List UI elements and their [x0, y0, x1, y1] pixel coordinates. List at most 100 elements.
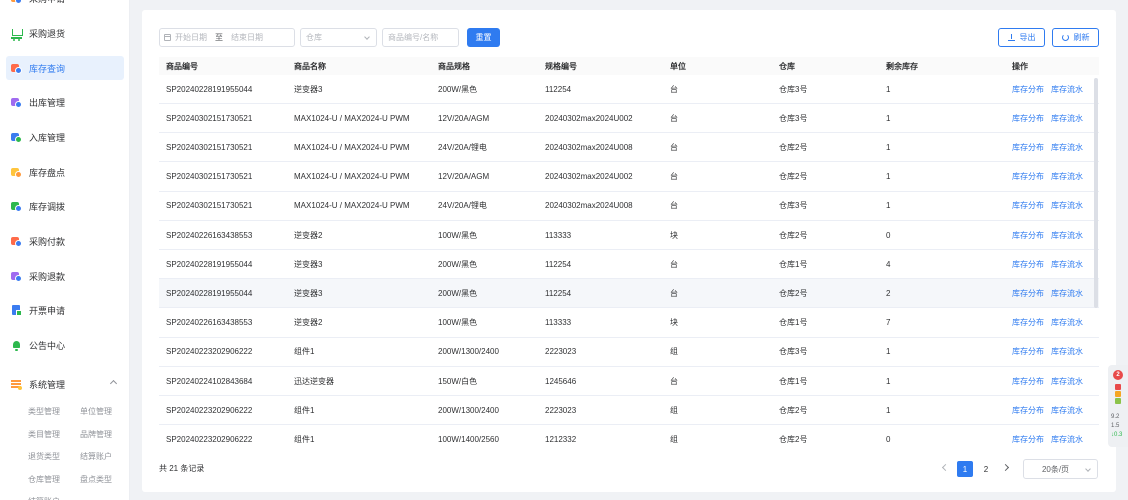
- stock-distribution-link[interactable]: 库存分布: [1012, 259, 1044, 270]
- cell-product-spec: 24V/20A/锂电: [438, 142, 487, 152]
- submenu-item[interactable]: 品牌管理: [80, 429, 112, 440]
- row-actions: 库存分布 库存流水: [1012, 309, 1090, 337]
- table-row[interactable]: SP20240228191955044 逆变器3 200W/黑色 112254 台 仓库1…: [159, 250, 1099, 280]
- cell-remaining-stock: 2: [886, 288, 891, 298]
- submenu-item[interactable]: 盘点类型: [80, 474, 112, 485]
- sidebar: 采购申请采购退货库存查询出库管理入库管理库存盘点库存调拨采购付款采购退款开票申请…: [0, 0, 130, 500]
- page-2-button[interactable]: 2: [978, 461, 994, 477]
- stock-distribution-link[interactable]: 库存分布: [1012, 288, 1044, 299]
- sidebar-item-outbound-management[interactable]: 出库管理: [6, 90, 124, 114]
- keyword-search-input[interactable]: [382, 28, 459, 47]
- sidebar-item-inventory-query[interactable]: 库存查询: [6, 56, 124, 80]
- sidebar-item-system-management[interactable]: 系统管理: [6, 372, 124, 396]
- export-button[interactable]: 导出: [998, 28, 1045, 47]
- start-date-placeholder[interactable]: 开始日期: [175, 32, 207, 43]
- table-row[interactable]: SP20240226163438553 逆变器2 100W/黑色 113333 块 仓库1…: [159, 309, 1099, 338]
- stock-distribution-link[interactable]: 库存分布: [1012, 317, 1044, 328]
- cell-spec-code: 113333: [545, 318, 572, 328]
- stock-flow-link[interactable]: 库存流水: [1051, 405, 1083, 416]
- stock-distribution-link[interactable]: 库存分布: [1012, 113, 1044, 124]
- page-size-select[interactable]: 20条/页: [1023, 459, 1098, 479]
- table-row[interactable]: SP20240302151730521 MAX1024-U / MAX2024-U…: [159, 133, 1099, 163]
- table-row[interactable]: SP20240223202906222 组件1 100W/1400/2560 1212…: [159, 425, 1099, 451]
- cell-spec-code: 112254: [545, 84, 572, 94]
- submenu-item[interactable]: 仓库管理: [28, 474, 60, 485]
- table-header: 商品编号 商品名称 商品规格 规格编号 单位 仓库 剩余库存 操作: [159, 57, 1099, 75]
- sidebar-item-stock-transfer[interactable]: 库存调拨: [6, 194, 124, 218]
- sidebar-item-label: 库存盘点: [29, 167, 66, 178]
- submenu-item[interactable]: 结算账户: [28, 496, 60, 500]
- end-date-placeholder[interactable]: 结束日期: [231, 32, 263, 43]
- cell-product-spec: 12V/20A/AGM: [438, 172, 490, 182]
- stock-flow-link[interactable]: 库存流水: [1051, 434, 1083, 445]
- submenu-item[interactable]: 类型管理: [28, 406, 60, 417]
- table-row[interactable]: SP20240223202906222 组件1 200W/1300/2400 2223…: [159, 338, 1099, 367]
- stock-flow-link[interactable]: 库存流水: [1051, 84, 1083, 95]
- prev-page-icon[interactable]: [941, 463, 950, 472]
- sidebar-item-stock-taking[interactable]: 库存盘点: [6, 160, 124, 184]
- sidebar-item-label: 采购退款: [29, 271, 66, 282]
- refresh-button[interactable]: 刷新: [1052, 28, 1099, 47]
- stock-flow-link[interactable]: 库存流水: [1051, 346, 1083, 357]
- cell-remaining-stock: 1: [886, 405, 891, 415]
- table-row[interactable]: SP20240302151730521 MAX1024-U / MAX2024-U…: [159, 192, 1099, 221]
- sidebar-item-purchase-payment[interactable]: 采购付款: [6, 229, 124, 253]
- cell-product-spec: 200W/1300/2400: [438, 405, 499, 415]
- stock-distribution-link[interactable]: 库存分布: [1012, 434, 1044, 445]
- table-row[interactable]: SP20240228191955044 逆变器3 200W/黑色 112254 台 仓库2…: [159, 279, 1099, 309]
- page-1-button[interactable]: 1: [957, 461, 973, 477]
- stock-distribution-link[interactable]: 库存分布: [1012, 200, 1044, 211]
- sidebar-item-purchase-request[interactable]: 采购申请: [6, 0, 124, 10]
- sidebar-item-invoice-request[interactable]: 开票申请: [6, 298, 124, 322]
- sidebar-item-purchase-return[interactable]: 采购退货: [6, 21, 124, 45]
- sidebar-item-inbound-management[interactable]: 入库管理: [6, 125, 124, 149]
- table-row[interactable]: SP20240223202906222 组件1 200W/1300/2400 2223…: [159, 396, 1099, 426]
- stock-distribution-link[interactable]: 库存分布: [1012, 230, 1044, 241]
- cell-product-name: 迅达逆变器: [294, 376, 334, 386]
- stock-distribution-link[interactable]: 库存分布: [1012, 346, 1044, 357]
- stock-distribution-link[interactable]: 库存分布: [1012, 376, 1044, 387]
- warehouse-select[interactable]: 仓库: [300, 28, 377, 47]
- stock-flow-link[interactable]: 库存流水: [1051, 200, 1083, 211]
- submenu-item[interactable]: 单位管理: [80, 406, 112, 417]
- table-row[interactable]: SP20240228191955044 逆变器3 200W/黑色 112254 台 仓库3…: [159, 75, 1099, 104]
- cell-remaining-stock: 0: [886, 434, 891, 444]
- cell-product-code: SP20240228191955044: [166, 84, 253, 94]
- table-scrollbar[interactable]: [1094, 78, 1098, 308]
- header-spec-code: 规格编号: [545, 61, 577, 71]
- cell-product-name: MAX1024-U / MAX2024-U PWM: [294, 172, 410, 182]
- cell-warehouse: 仓库2号: [779, 405, 808, 415]
- cell-product-code: SP20240302151730521: [166, 172, 253, 182]
- submenu-item[interactable]: 类目管理: [28, 429, 60, 440]
- stock-flow-link[interactable]: 库存流水: [1051, 317, 1083, 328]
- table-row[interactable]: SP20240224102843684 迅达逆变器 150W/白色 1245646 台 仓…: [159, 367, 1099, 396]
- table-row[interactable]: SP20240302151730521 MAX1024-U / MAX2024-U…: [159, 163, 1099, 192]
- sidebar-item-purchase-refund[interactable]: 采购退款: [6, 264, 124, 288]
- stock-distribution-link[interactable]: 库存分布: [1012, 142, 1044, 153]
- sidebar-item-notice-center[interactable]: 公告中心: [6, 333, 124, 357]
- stock-distribution-link[interactable]: 库存分布: [1012, 171, 1044, 182]
- next-page-icon[interactable]: [1001, 463, 1010, 472]
- stock-flow-link[interactable]: 库存流水: [1051, 171, 1083, 182]
- submenu-item[interactable]: 结算账户: [80, 451, 112, 462]
- stock-flow-link[interactable]: 库存流水: [1051, 376, 1083, 387]
- stock-flow-link[interactable]: 库存流水: [1051, 288, 1083, 299]
- stock-flow-link[interactable]: 库存流水: [1051, 259, 1083, 270]
- stock-distribution-link[interactable]: 库存分布: [1012, 405, 1044, 416]
- cell-product-name: 逆变器2: [294, 318, 323, 328]
- table-row[interactable]: SP20240302151730521 MAX1024-U / MAX2024-U…: [159, 104, 1099, 134]
- cell-product-name: MAX1024-U / MAX2024-U PWM: [294, 201, 410, 211]
- table-body[interactable]: SP20240228191955044 逆变器3 200W/黑色 112254 台仓库3…: [159, 75, 1099, 451]
- date-range-picker[interactable]: 开始日期 至 结束日期: [159, 28, 295, 47]
- stock-flow-link[interactable]: 库存流水: [1051, 142, 1083, 153]
- floating-monitor-widget[interactable]: 2 9.2 1.5 ↓0.3: [1108, 365, 1128, 447]
- stock-flow-link[interactable]: 库存流水: [1051, 113, 1083, 124]
- stock-flow-link[interactable]: 库存流水: [1051, 230, 1083, 241]
- cell-spec-code: 20240302max2024U002: [545, 113, 633, 123]
- stock-distribution-link[interactable]: 库存分布: [1012, 84, 1044, 95]
- submenu-item[interactable]: 退货类型: [28, 451, 60, 462]
- refresh-label: 刷新: [1073, 33, 1090, 42]
- table-row[interactable]: SP20240226163438553 逆变器2 100W/黑色 113333 块 仓库2…: [159, 221, 1099, 250]
- reset-button[interactable]: 重置: [467, 28, 500, 47]
- cell-product-spec: 12V/20A/AGM: [438, 113, 490, 123]
